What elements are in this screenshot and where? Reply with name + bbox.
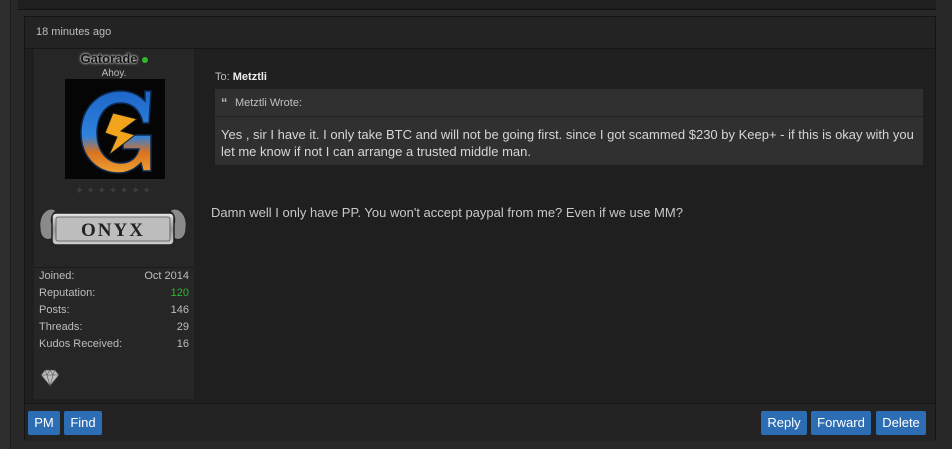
stat-value: Oct 2014 xyxy=(144,270,189,282)
author-user-title: Ahoy. xyxy=(101,68,127,79)
rank-stars: ✦✦✦✦✦✦✦ xyxy=(74,185,154,197)
author-username[interactable]: Gatorade xyxy=(34,51,194,66)
stat-row-joined: Joined: Oct 2014 xyxy=(34,268,194,285)
rank-badge-text: ONYX xyxy=(81,220,145,241)
stat-label: Reputation: xyxy=(39,287,96,299)
stat-label: Joined: xyxy=(39,270,75,282)
stat-row-reputation: Reputation: 120 xyxy=(34,285,194,302)
post-timestamp: 18 minutes ago xyxy=(36,26,112,38)
recipient-line: To: Metztli xyxy=(215,71,267,83)
avatar[interactable] xyxy=(65,79,165,179)
pm-button[interactable]: PM xyxy=(28,411,60,435)
forward-button[interactable]: Forward xyxy=(811,411,871,435)
gatorade-logo-avatar xyxy=(65,79,165,179)
online-status-icon xyxy=(141,56,148,63)
stat-row-posts: Posts: 146 xyxy=(34,302,194,319)
stat-value: 146 xyxy=(170,304,189,316)
author-profile: Gatorade Ahoy. ✦✦✦✦✦✦✦ ONYX Joined: Oct … xyxy=(34,49,194,399)
stat-row-kudos: Kudos Received: 16 xyxy=(34,336,194,353)
stat-label: Posts: xyxy=(39,304,70,316)
onyx-badge-icon: ONYX xyxy=(39,208,187,246)
reputation-value[interactable]: 120 xyxy=(171,287,189,299)
stat-value: 29 xyxy=(176,321,189,333)
recipient-label: To: xyxy=(215,71,230,83)
previous-post-bottom xyxy=(18,0,936,10)
stat-label: Threads: xyxy=(39,321,83,333)
rank-badge: ONYX xyxy=(36,199,190,257)
reply-button[interactable]: Reply xyxy=(761,411,807,435)
stat-row-threads: Threads: 29 xyxy=(34,319,194,336)
left-strip xyxy=(0,0,11,449)
quote-text: Yes , sir I have it. I only take BTC and… xyxy=(221,127,914,159)
find-button[interactable]: Find xyxy=(64,411,102,435)
stat-label: Kudos Received: xyxy=(39,338,123,350)
private-message-post: 18 minutes ago Gatorade Ahoy. ✦✦✦✦✦✦✦ ON… xyxy=(24,16,936,441)
post-action-bar: PM Find Reply Forward Delete xyxy=(25,403,935,441)
author-stats: Joined: Oct 2014 Reputation: 120 Posts: … xyxy=(34,267,194,353)
delete-button[interactable]: Delete xyxy=(876,411,926,435)
quote-header: “ Metztli Wrote: xyxy=(215,89,923,117)
quote-block: “ Metztli Wrote: Yes , sir I have it. I … xyxy=(215,89,923,165)
author-username-text[interactable]: Gatorade xyxy=(80,51,137,66)
diamond-award-icon xyxy=(39,369,61,388)
quote-author: Metztli Wrote: xyxy=(235,97,303,109)
quote-mark-icon: “ xyxy=(221,95,228,110)
stat-value: 16 xyxy=(176,338,189,350)
message-body: Damn well I only have PP. You won't acce… xyxy=(211,205,683,220)
recipient-username[interactable]: Metztli xyxy=(233,71,267,83)
post-header: 18 minutes ago xyxy=(25,17,935,49)
